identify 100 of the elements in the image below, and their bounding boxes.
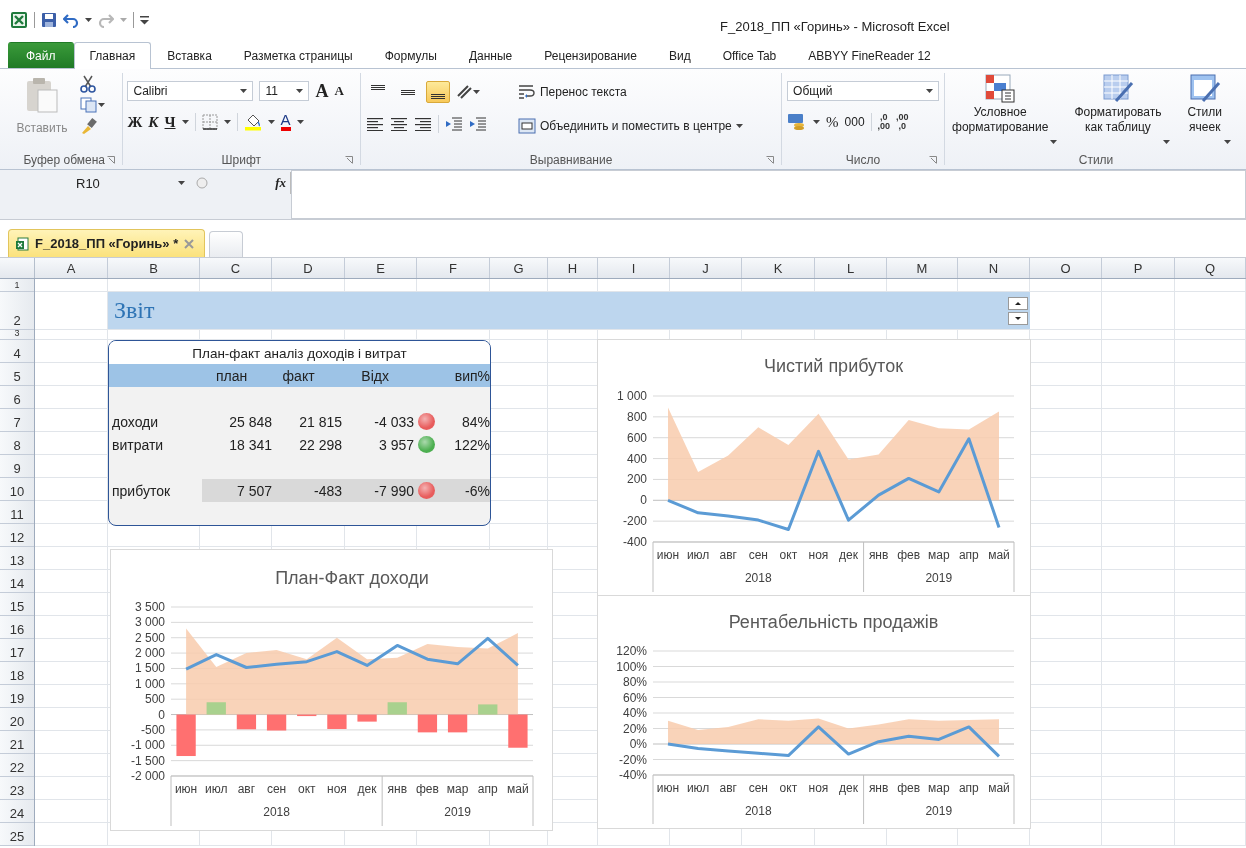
font-family-dropdown[interactable]: Calibri — [127, 81, 254, 101]
column-header[interactable]: J — [670, 258, 742, 278]
increase-decimal-button[interactable]: ,0 ,00 — [877, 113, 891, 131]
decrease-decimal-button[interactable]: ,00 ,0 — [896, 113, 909, 131]
ribbon-tab[interactable]: ABBYY FineReader 12 — [792, 42, 947, 68]
decrease-indent-icon[interactable] — [445, 117, 464, 131]
ribbon-tab[interactable]: Рецензирование — [528, 42, 653, 68]
align-left-icon[interactable] — [366, 117, 385, 131]
shrink-font-button[interactable]: A — [334, 82, 344, 100]
italic-button[interactable]: К — [148, 113, 159, 131]
column-header[interactable]: H — [548, 258, 598, 278]
row-header[interactable]: 22 — [0, 754, 34, 777]
spin-up-icon[interactable] — [1008, 296, 1028, 310]
thousands-separator-button[interactable]: 000 — [844, 113, 865, 131]
row-header[interactable]: 7 — [0, 409, 34, 432]
text-orientation-icon[interactable] — [456, 84, 483, 100]
bold-button[interactable]: Ж — [127, 113, 143, 131]
customize-menu-icon[interactable] — [140, 15, 149, 25]
row-header[interactable]: 24 — [0, 800, 34, 823]
document-tab[interactable]: F_2018_ПП «Горинь» * — [8, 229, 206, 257]
ribbon-tab[interactable]: Разметка страницы — [227, 42, 369, 68]
resize-handle-icon[interactable] — [195, 176, 209, 190]
column-header[interactable]: B — [108, 258, 200, 278]
row-header[interactable]: 20 — [0, 708, 34, 731]
column-header[interactable]: P — [1102, 258, 1175, 278]
row-header[interactable]: 16 — [0, 616, 34, 639]
spin-control[interactable] — [1008, 296, 1028, 325]
row-header[interactable]: 15 — [0, 593, 34, 616]
insert-function-button[interactable]: fx — [275, 175, 286, 191]
row-header[interactable]: 6 — [0, 386, 34, 409]
caret-icon[interactable] — [296, 119, 304, 125]
number-format-dropdown[interactable]: Общий — [787, 81, 940, 101]
row-header[interactable]: 9 — [0, 455, 34, 478]
dialog-launcher-icon[interactable] — [106, 156, 115, 164]
row-header[interactable]: 19 — [0, 685, 34, 708]
fill-color-icon[interactable] — [243, 113, 262, 131]
percent-button[interactable]: % — [826, 113, 839, 131]
row-header[interactable]: 17 — [0, 639, 34, 662]
spin-down-icon[interactable] — [1008, 311, 1028, 325]
column-header[interactable]: C — [200, 258, 272, 278]
column-header[interactable]: O — [1030, 258, 1102, 278]
dialog-launcher-icon[interactable] — [766, 156, 775, 164]
row-header[interactable]: 23 — [0, 777, 34, 800]
row-header[interactable]: 11 — [0, 501, 34, 524]
wrap-text-button[interactable]: Перенос текста — [517, 81, 777, 103]
format-painter-icon[interactable] — [80, 117, 98, 135]
font-size-dropdown[interactable]: 11 — [259, 81, 310, 101]
styles-button[interactable]: Условное форматирование — [950, 73, 1059, 151]
column-header[interactable]: A — [35, 258, 108, 278]
row-header[interactable]: 10 — [0, 478, 34, 501]
column-header[interactable]: Q — [1175, 258, 1246, 278]
ribbon-tab[interactable]: Главная — [73, 42, 152, 69]
row-header[interactable]: 18 — [0, 662, 34, 685]
ribbon-tab[interactable]: Формулы — [368, 42, 453, 68]
ribbon-tab[interactable]: Office Tab — [706, 42, 793, 68]
ribbon-tab[interactable]: Вид — [652, 42, 707, 68]
column-header[interactable]: N — [958, 258, 1030, 278]
row-header[interactable]: 21 — [0, 731, 34, 754]
name-box[interactable]: R10 — [8, 172, 191, 194]
excel-logo-icon[interactable] — [10, 11, 28, 29]
row-header[interactable]: 25 — [0, 823, 34, 846]
column-header[interactable]: L — [815, 258, 887, 278]
row-header[interactable]: 2 — [0, 292, 34, 330]
underline-button[interactable]: Ч — [164, 113, 176, 131]
column-header[interactable]: F — [417, 258, 490, 278]
scissors-icon[interactable] — [80, 75, 96, 93]
caret-icon[interactable] — [85, 17, 92, 23]
borders-icon[interactable] — [201, 114, 218, 130]
row-header[interactable]: 8 — [0, 432, 34, 455]
styles-button[interactable]: Стили ячеек — [1185, 73, 1233, 151]
increase-indent-icon[interactable] — [469, 117, 488, 131]
column-header[interactable]: K — [742, 258, 815, 278]
row-header[interactable]: 12 — [0, 524, 34, 547]
styles-button[interactable]: Форматировать как таблицу — [1072, 73, 1172, 151]
save-icon[interactable] — [41, 12, 57, 28]
column-header[interactable]: I — [598, 258, 670, 278]
dialog-launcher-icon[interactable] — [345, 156, 354, 164]
font-color-button[interactable]: A — [280, 113, 291, 131]
merge-center-button[interactable]: Объединить и поместить в центре — [517, 115, 777, 137]
grow-font-button[interactable]: A — [315, 82, 329, 100]
row-header[interactable]: 5 — [0, 363, 34, 386]
row-header[interactable]: 13 — [0, 547, 34, 570]
caret-icon[interactable] — [98, 102, 105, 108]
align-right-icon[interactable] — [414, 117, 433, 131]
row-header[interactable]: 3 — [0, 330, 34, 340]
ribbon-tab[interactable]: Файл — [8, 42, 74, 68]
row-header[interactable]: 1 — [0, 279, 34, 292]
ribbon-tab[interactable]: Вставка — [151, 42, 228, 68]
caret-icon[interactable] — [181, 119, 189, 125]
caret-icon[interactable] — [223, 119, 231, 125]
caret-icon[interactable] — [267, 119, 275, 125]
ribbon-tab[interactable]: Данные — [452, 42, 529, 68]
row-header[interactable]: 14 — [0, 570, 34, 593]
column-header[interactable]: M — [887, 258, 958, 278]
align-center-icon[interactable] — [390, 117, 409, 131]
vertical-align-button[interactable] — [426, 81, 451, 103]
dialog-launcher-icon[interactable] — [929, 156, 938, 164]
column-header[interactable]: D — [272, 258, 345, 278]
caret-icon[interactable] — [813, 119, 821, 125]
column-header[interactable]: E — [345, 258, 417, 278]
